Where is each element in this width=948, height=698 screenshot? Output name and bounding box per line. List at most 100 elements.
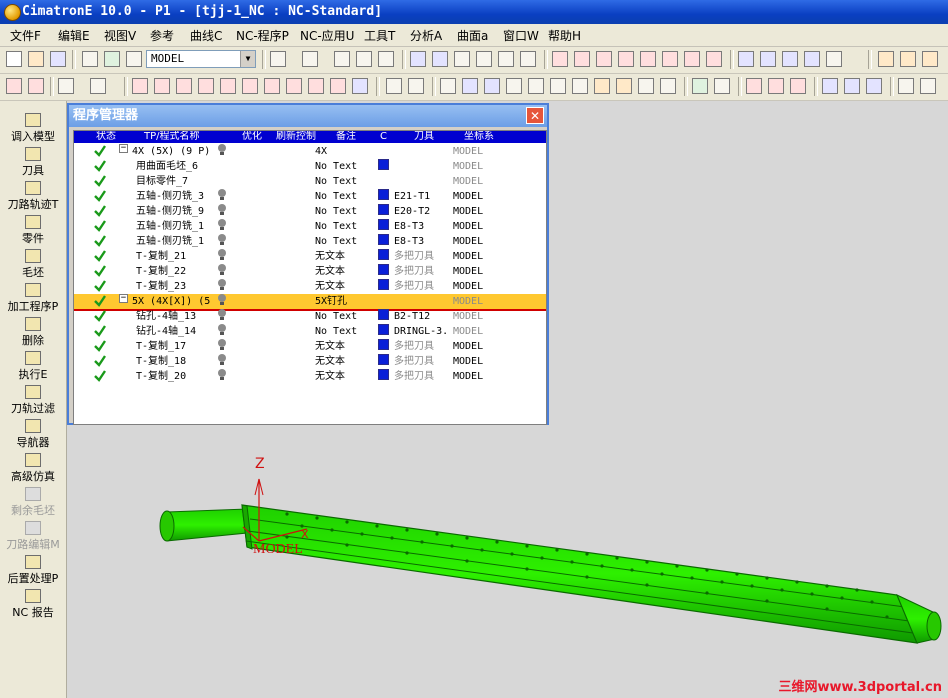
right-view-icon[interactable] <box>618 51 634 67</box>
col-tp-name[interactable]: TP/程式名称 <box>144 131 200 143</box>
menu-edit[interactable]: 编辑E <box>58 27 90 44</box>
filter-tool-icon[interactable] <box>386 78 402 94</box>
new-file-icon[interactable] <box>6 51 22 67</box>
rotate-icon[interactable] <box>520 51 536 67</box>
lightbulb-icon[interactable] <box>218 219 226 230</box>
color-swatch[interactable] <box>378 219 389 230</box>
table-row[interactable]: 目标零件_7 No Text MODEL <box>74 174 546 189</box>
sidebar-delete[interactable]: 删除 <box>0 317 66 348</box>
line-tool-icon[interactable] <box>898 78 914 94</box>
sidebar-path-filter[interactable]: 刀轨过滤 <box>0 385 66 416</box>
table-row[interactable]: T-复制_21 无文本 多把刀具 MODEL <box>74 249 546 264</box>
menu-nc-program[interactable]: NC-程序P <box>236 27 289 44</box>
menu-curve[interactable]: 曲线C <box>190 27 222 44</box>
lightbulb-icon[interactable] <box>218 144 226 155</box>
sidebar-tool[interactable]: 刀具 <box>0 147 66 178</box>
col-tool[interactable]: 刀具 <box>414 131 434 143</box>
exchange-icon[interactable] <box>352 78 368 94</box>
axis-tool-2-icon[interactable] <box>844 78 860 94</box>
measure-tool-icon[interactable] <box>920 78 936 94</box>
selection-mode-icon[interactable] <box>90 78 106 94</box>
pan-icon[interactable] <box>454 51 470 67</box>
sidebar-navigator[interactable]: 导航器 <box>0 419 66 450</box>
top-view-icon[interactable] <box>596 51 612 67</box>
color-swatch[interactable] <box>378 234 389 245</box>
table-row[interactable]: 用曲面毛坯_6 No Text MODEL <box>74 159 546 174</box>
back-view-icon[interactable] <box>662 51 678 67</box>
table-row[interactable]: 五轴-侧刃铣_3 No Text E21-T1 MODEL <box>74 189 546 204</box>
table-row[interactable]: T-复制_18 无文本 多把刀具 MODEL <box>74 354 546 369</box>
bottom-view-icon[interactable] <box>706 51 722 67</box>
table-row[interactable]: 钻孔-4轴_14 No Text DRINGL-3. MODEL <box>74 324 546 339</box>
table-row[interactable]: T-复制_23 无文本 多把刀具 MODEL <box>74 279 546 294</box>
color-swatch[interactable] <box>378 249 389 260</box>
surface-tool-3-icon[interactable] <box>790 78 806 94</box>
table-row[interactable]: 五轴-侧刃铣_1 No Text E8-T3 MODEL <box>74 219 546 234</box>
render-dropdown-icon[interactable] <box>826 51 842 67</box>
lightbulb-icon[interactable] <box>218 369 226 380</box>
drawing-icon[interactable] <box>900 51 916 67</box>
table-row[interactable]: T-复制_22 无文本 多把刀具 MODEL <box>74 264 546 279</box>
col-optimize[interactable]: 优化 <box>242 131 262 143</box>
curve-tool-9-icon[interactable] <box>308 78 324 94</box>
model-combo[interactable]: MODEL ▼ <box>146 50 256 68</box>
curve-tool-1-icon[interactable] <box>132 78 148 94</box>
brush-icon[interactable] <box>408 78 424 94</box>
axis-tool-3-icon[interactable] <box>866 78 882 94</box>
set-model-icon[interactable] <box>126 51 142 67</box>
comment-icon[interactable] <box>528 78 544 94</box>
menu-nc-app[interactable]: NC-应用U <box>300 27 354 44</box>
program-manager-dialog[interactable]: 程序管理器 ✕ 状态 TP/程式名称 优化 刷新控制 备注 C 刀具 坐标系 −… <box>67 103 549 425</box>
square-icon[interactable] <box>572 78 588 94</box>
tree-expand-icon[interactable] <box>660 78 676 94</box>
menu-analysis[interactable]: 分析A <box>410 27 442 44</box>
lightbulb-icon[interactable] <box>218 294 226 305</box>
lightbulb-icon[interactable] <box>218 189 226 200</box>
col-status[interactable]: 状态 <box>96 131 116 143</box>
menu-surface[interactable]: 曲面a <box>457 27 488 44</box>
open-file-icon[interactable] <box>28 51 44 67</box>
sidebar-post-process[interactable]: 后置处理P <box>0 555 66 586</box>
pick-icon[interactable] <box>6 78 22 94</box>
sidebar-part[interactable]: 零件 <box>0 215 66 246</box>
color-swatch[interactable] <box>378 204 389 215</box>
sidebar-execute[interactable]: 执行E <box>0 351 66 382</box>
table-icon[interactable] <box>484 78 500 94</box>
left-view-icon[interactable] <box>684 51 700 67</box>
curve-tool-5-icon[interactable] <box>220 78 236 94</box>
move-icon[interactable] <box>498 51 514 67</box>
color-swatch[interactable] <box>378 189 389 200</box>
sidebar-toolpath[interactable]: 刀路轨迹T <box>0 181 66 212</box>
layer-icon[interactable] <box>104 51 120 67</box>
save-icon[interactable] <box>50 51 66 67</box>
surface-tool-1-icon[interactable] <box>746 78 762 94</box>
menu-view[interactable]: 视图V <box>104 27 136 44</box>
undo-icon[interactable] <box>270 51 286 67</box>
menu-file[interactable]: 文件F <box>10 27 41 44</box>
col-refresh[interactable]: 刷新控制 <box>276 131 316 143</box>
sidebar-procedure[interactable]: 加工程序P <box>0 283 66 314</box>
wireframe-icon[interactable] <box>738 51 754 67</box>
panel-icon[interactable] <box>922 51 938 67</box>
sidebar-load-model[interactable]: 调入模型 <box>0 113 66 144</box>
point-icon[interactable] <box>550 78 566 94</box>
color-swatch[interactable] <box>378 369 389 380</box>
lightbulb-icon[interactable] <box>218 249 226 260</box>
col-remark[interactable]: 备注 <box>336 131 356 143</box>
print-icon[interactable] <box>82 51 98 67</box>
sidebar-advanced-sim[interactable]: 高级仿真 <box>0 453 66 484</box>
shaded-view-icon[interactable] <box>552 51 568 67</box>
color-swatch[interactable] <box>378 339 389 350</box>
curve-tool-4-icon[interactable] <box>198 78 214 94</box>
color-swatch[interactable] <box>378 264 389 275</box>
lightbulb-icon[interactable] <box>218 339 226 350</box>
table-row[interactable]: T-复制_20 无文本 多把刀具 MODEL <box>74 369 546 384</box>
front-view-icon[interactable] <box>574 51 590 67</box>
solid-tool-1-icon[interactable] <box>594 78 610 94</box>
zoom-window-icon[interactable] <box>410 51 426 67</box>
chevron-down-icon[interactable]: ▼ <box>240 51 255 67</box>
sidebar-path-edit[interactable]: 刀路编辑M <box>0 521 66 552</box>
lightbulb-icon[interactable] <box>218 354 226 365</box>
sidebar-stock[interactable]: 毛坯 <box>0 249 66 280</box>
sidebar-nc-report[interactable]: NC 报告 <box>0 589 66 620</box>
